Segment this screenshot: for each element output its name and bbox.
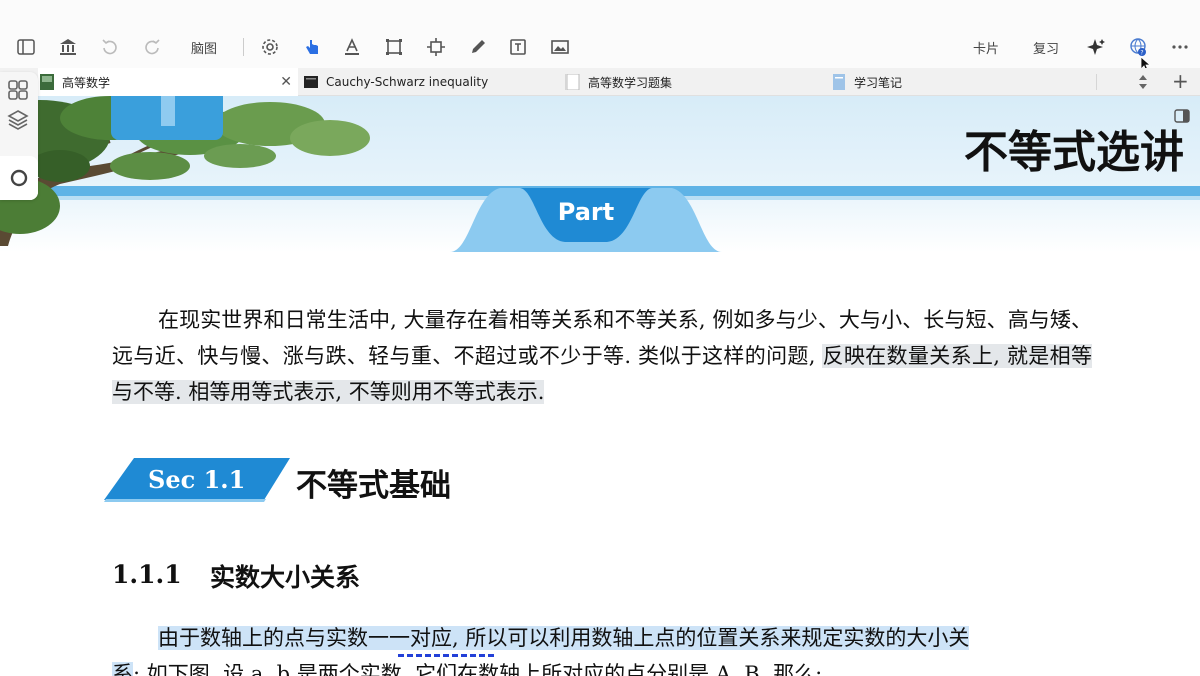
tab-label: Cauchy-Schwarz inequality xyxy=(326,75,489,89)
selected-text-continuation[interactable]: 系 xyxy=(112,662,133,676)
section-number: Sec 1.1 xyxy=(148,465,246,494)
body-text: : 如下图, 设 a, b 是两个实数, 它们在数轴上所对应的点分别是 A, B… xyxy=(133,662,823,676)
card-button[interactable]: 卡片 xyxy=(970,34,1002,60)
blank-document-icon xyxy=(566,74,580,90)
layout-grid-icon[interactable] xyxy=(6,78,30,102)
subsection-number: 1.1.1 xyxy=(112,560,182,589)
body-paragraph: 由于数轴上的点与实数一一对应, 所以可以利用数轴上点的位置关系来规定实数的大小关… xyxy=(112,620,1092,676)
ai-sparkle-icon[interactable] xyxy=(1084,34,1108,60)
mindmap-button[interactable]: 脑图 xyxy=(186,34,222,60)
pen-icon[interactable] xyxy=(466,34,490,60)
textbox-icon[interactable] xyxy=(506,34,530,60)
circle-icon xyxy=(10,169,28,187)
gear-rotate-icon[interactable] xyxy=(258,34,282,60)
subsection-title: 实数大小关系 xyxy=(210,563,361,592)
tab-sort-icon[interactable] xyxy=(1136,73,1150,91)
selected-text[interactable]: 由于数轴上的点与实数一一对应, 所以可以利用数轴上点的位置关系来规定实数的大小关 xyxy=(158,626,970,650)
rectangle-select-icon[interactable] xyxy=(382,34,406,60)
document-page: 不等式选讲 Part 在现实世界和日常生活中, 大量存在着相等关系和不等关系, … xyxy=(0,96,1200,676)
tab-label: 高等数学习题集 xyxy=(588,75,673,90)
hand-pointer-icon[interactable] xyxy=(300,34,324,60)
tab-bar: 高等数学 ✕ Cauchy-Schwarz inequality 高等数学习题集… xyxy=(0,68,1200,96)
book-cover-icon xyxy=(40,74,54,90)
part-badge: Part xyxy=(450,184,722,252)
chapter-title: 不等式选讲 xyxy=(964,127,1184,178)
library-icon[interactable] xyxy=(56,34,80,60)
close-icon[interactable]: ✕ xyxy=(280,74,292,90)
tab-advanced-math[interactable]: 高等数学 ✕ xyxy=(38,68,298,96)
intro-paragraph: 在现实世界和日常生活中, 大量存在着相等关系和不等关系, 例如多与少、大与小、长… xyxy=(112,302,1092,410)
text-highlight-icon[interactable] xyxy=(340,34,364,60)
left-floating-toolbar xyxy=(0,72,38,200)
chapter-tab-block xyxy=(111,96,223,140)
undo-icon[interactable] xyxy=(100,34,120,60)
tab-label: 高等数学 xyxy=(62,75,111,90)
dashed-underline-annotation[interactable] xyxy=(398,654,494,657)
part-label: Part xyxy=(557,198,615,226)
image-icon[interactable] xyxy=(548,34,572,60)
tab-exercise-book[interactable]: 高等数学习题集 xyxy=(566,68,828,96)
section-badge: Sec 1.1 xyxy=(104,458,294,502)
section-title: 不等式基础 xyxy=(296,468,451,504)
tab-study-notes[interactable]: 学习笔记 xyxy=(832,68,1094,96)
tab-label: 学习笔记 xyxy=(854,75,903,90)
toolbar-divider xyxy=(243,38,244,56)
add-tab-button[interactable]: + xyxy=(1172,70,1189,92)
document-dark-icon xyxy=(304,76,318,88)
layers-icon[interactable] xyxy=(6,108,30,132)
more-options-icon[interactable] xyxy=(1168,34,1192,60)
main-toolbar: 脑图 卡片 复习 ? xyxy=(0,0,1200,72)
panel-toggle-icon[interactable] xyxy=(1174,108,1190,124)
circle-tool-button[interactable] xyxy=(0,156,38,200)
review-button[interactable]: 复习 xyxy=(1030,34,1062,60)
redo-icon[interactable] xyxy=(142,34,162,60)
sidebar-toggle-icon[interactable] xyxy=(14,34,38,60)
chapter-tab-mark xyxy=(161,96,175,126)
tab-cauchy-schwarz[interactable]: Cauchy-Schwarz inequality xyxy=(304,68,562,96)
notebook-icon xyxy=(833,74,845,90)
chapter-banner: 不等式选讲 Part xyxy=(0,96,1200,252)
tab-divider xyxy=(1096,74,1097,90)
crop-expand-icon[interactable] xyxy=(424,34,448,60)
